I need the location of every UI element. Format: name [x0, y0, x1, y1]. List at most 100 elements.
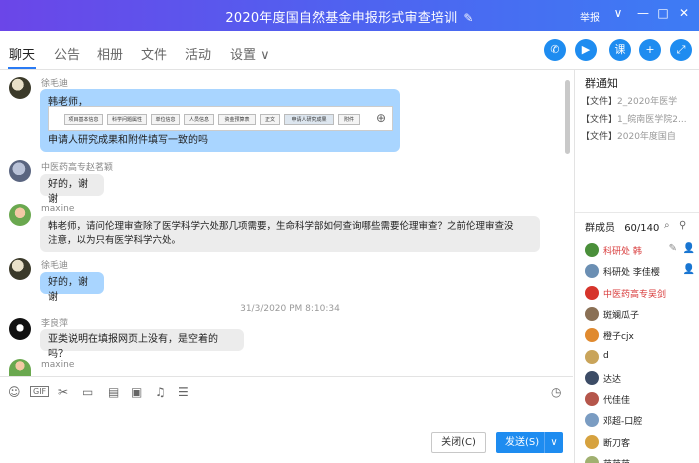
screenshot-image[interactable]: 项目基本信息 科学问题属性 单位信息 人员信息 资金预算表 正文 申请人研究成果… [48, 106, 393, 131]
sender-name: 李良萍 [41, 319, 69, 329]
message-text: 申请人研究成果和附件填写一致的吗 [48, 135, 208, 146]
emoji-icon[interactable]: ☺ [8, 385, 21, 399]
member-item[interactable]: 橙子cjx [585, 327, 697, 345]
member-item[interactable]: 代佳佳 [585, 391, 697, 409]
member-name: 橙子cjx [603, 332, 634, 343]
member-name: 断刀客 [603, 438, 631, 449]
group-sidebar: 群通知 【文件】2_2020年医学 【文件】1_皖南医学院2... 【文件】20… [574, 70, 699, 463]
message-timestamp: 31/3/2020 PM 8:10:34 [240, 304, 340, 314]
members-label: 群成员 [585, 223, 615, 234]
tab-announcement[interactable]: 公告 [54, 44, 80, 63]
message-text: 注意，以为只有医学科学六处。 [48, 235, 182, 246]
folder-icon[interactable]: ▭ [82, 385, 93, 399]
member-item[interactable]: 科研处 李佳樱 👤 [585, 263, 697, 281]
member-item[interactable]: d [585, 349, 697, 367]
add-icon[interactable]: + [639, 39, 661, 61]
member-item[interactable]: 中医药高专吴剑 [585, 285, 697, 303]
scissors-icon[interactable]: ✂ [58, 385, 68, 399]
member-name: 斑斓瓜子 [603, 310, 640, 321]
title-bar: 2020年度国自然基金申报形式审查培训 ✎ 举报 ∨ — □ ✕ [0, 0, 699, 31]
divider [575, 212, 699, 213]
scrollbar[interactable] [565, 80, 570, 154]
tab-activity[interactable]: 活动 [185, 44, 211, 63]
history-icon[interactable]: ◷ [551, 385, 561, 399]
sender-name: maxine [41, 360, 75, 370]
edit-icon[interactable]: ✎ [463, 11, 473, 25]
notice-item[interactable]: 【文件】1_皖南医学院2... [581, 112, 693, 125]
avatar[interactable] [9, 160, 31, 182]
notice-item[interactable]: 【文件】2020年度国自 [581, 129, 693, 142]
sender-name: 徐毛迪 [41, 79, 69, 89]
message-bubble[interactable]: 亚类说明在填报网页上没有，是空着的吗？ [40, 329, 244, 360]
minimize-button[interactable]: — [634, 6, 652, 20]
member-item[interactable]: 科研处 韩 👤 ✎ [585, 242, 697, 260]
member-name: 中医药高专吴剑 [603, 289, 667, 300]
members-count: 60/140 [624, 223, 660, 234]
member-name: d [603, 350, 609, 361]
member-name: 范范范 [603, 457, 630, 463]
avatar [585, 328, 599, 343]
avatar [585, 285, 599, 300]
avatar [585, 456, 599, 463]
gif-icon[interactable]: GIF [30, 386, 50, 397]
message-bubble[interactable]: 好的，谢谢 [40, 174, 104, 205]
edit-icon[interactable]: ✎ [669, 243, 677, 254]
video-icon[interactable]: ▶ [575, 39, 597, 61]
avatar[interactable] [9, 359, 31, 376]
member-item[interactable]: 邓超-口腔 [585, 412, 697, 430]
avatar[interactable] [9, 318, 31, 340]
member-item[interactable]: 断刀客 [585, 434, 697, 452]
admin-icon: 👤 [682, 243, 695, 254]
avatar [585, 306, 599, 321]
zoom-icon: ⊕ [375, 111, 386, 125]
tab-chat[interactable]: 聊天 [9, 44, 35, 63]
message-bubble[interactable]: 韩老师，请问伦理审查除了医学科学六处那几项需要，生命科学部如何查询哪些需要伦理审… [40, 216, 540, 252]
avatar[interactable] [9, 77, 31, 99]
active-tab-indicator [8, 67, 36, 69]
image-icon[interactable]: ▣ [131, 385, 142, 399]
avatar[interactable] [9, 204, 31, 226]
avatar [585, 392, 599, 407]
member-item[interactable]: 达达 [585, 370, 697, 388]
file-icon[interactable]: ▤ [108, 385, 119, 399]
avatar [585, 434, 599, 449]
member-name: 科研处 韩 [603, 247, 642, 257]
chevron-down-icon[interactable]: ∨ [609, 6, 627, 20]
message-bubble[interactable]: 好的，谢谢 [40, 272, 104, 303]
avatar[interactable] [9, 258, 31, 280]
search-icon[interactable]: ⌕ [664, 220, 670, 231]
member-name: 达达 [603, 374, 622, 385]
send-options-icon[interactable]: ∨ [544, 432, 563, 453]
tab-album[interactable]: 相册 [97, 44, 123, 63]
chat-window: 2020年度国自然基金申报形式审查培训 ✎ 举报 ∨ — □ ✕ 聊天 公告 相册… [0, 0, 699, 463]
search-icon[interactable]: ⚲ [679, 220, 686, 231]
member-item[interactable]: 斑斓瓜子 [585, 306, 697, 324]
member-name: 邓超-口腔 [603, 417, 643, 428]
message-text: 韩老师，请问伦理审查除了医学科学六处那几项需要，生命科学部如何查询哪些需要伦理审… [48, 221, 514, 232]
notice-title: 群通知 [585, 77, 618, 90]
bell-icon[interactable]: ♫ [155, 385, 166, 399]
send-button[interactable]: 发送(S) ∨ [496, 432, 563, 453]
close-button[interactable]: ✕ [675, 6, 693, 20]
input-toolbar: ☺ GIF ✂ ▭ ▤ ▣ ♫ ☰ ◷ [0, 376, 573, 406]
avatar [585, 264, 599, 279]
tab-files[interactable]: 文件 [141, 44, 167, 63]
member-name: 代佳佳 [603, 396, 631, 407]
avatar [585, 243, 599, 257]
window-title: 2020年度国自然基金申报形式审查培训 [225, 11, 458, 26]
admin-icon: 👤 [682, 264, 695, 276]
avatar [585, 349, 599, 364]
more-icon[interactable]: ☰ [178, 385, 189, 399]
lesson-icon[interactable]: 课 [609, 39, 631, 61]
maximize-button[interactable]: □ [654, 6, 672, 20]
close-button[interactable]: 关闭(C) [431, 432, 486, 453]
report-link[interactable]: 举报 [580, 9, 600, 24]
avatar [585, 413, 599, 428]
member-item[interactable]: 范范范 [585, 455, 697, 463]
tab-settings[interactable]: 设置 ∨ [230, 44, 270, 63]
sender-name: 中医药高专赵茗颖 [41, 163, 114, 173]
sender-name: maxine [41, 204, 75, 214]
share-icon[interactable]: ⤢ [670, 39, 692, 61]
call-icon[interactable]: ✆ [544, 39, 566, 61]
notice-item[interactable]: 【文件】2_2020年医学 [581, 94, 693, 107]
